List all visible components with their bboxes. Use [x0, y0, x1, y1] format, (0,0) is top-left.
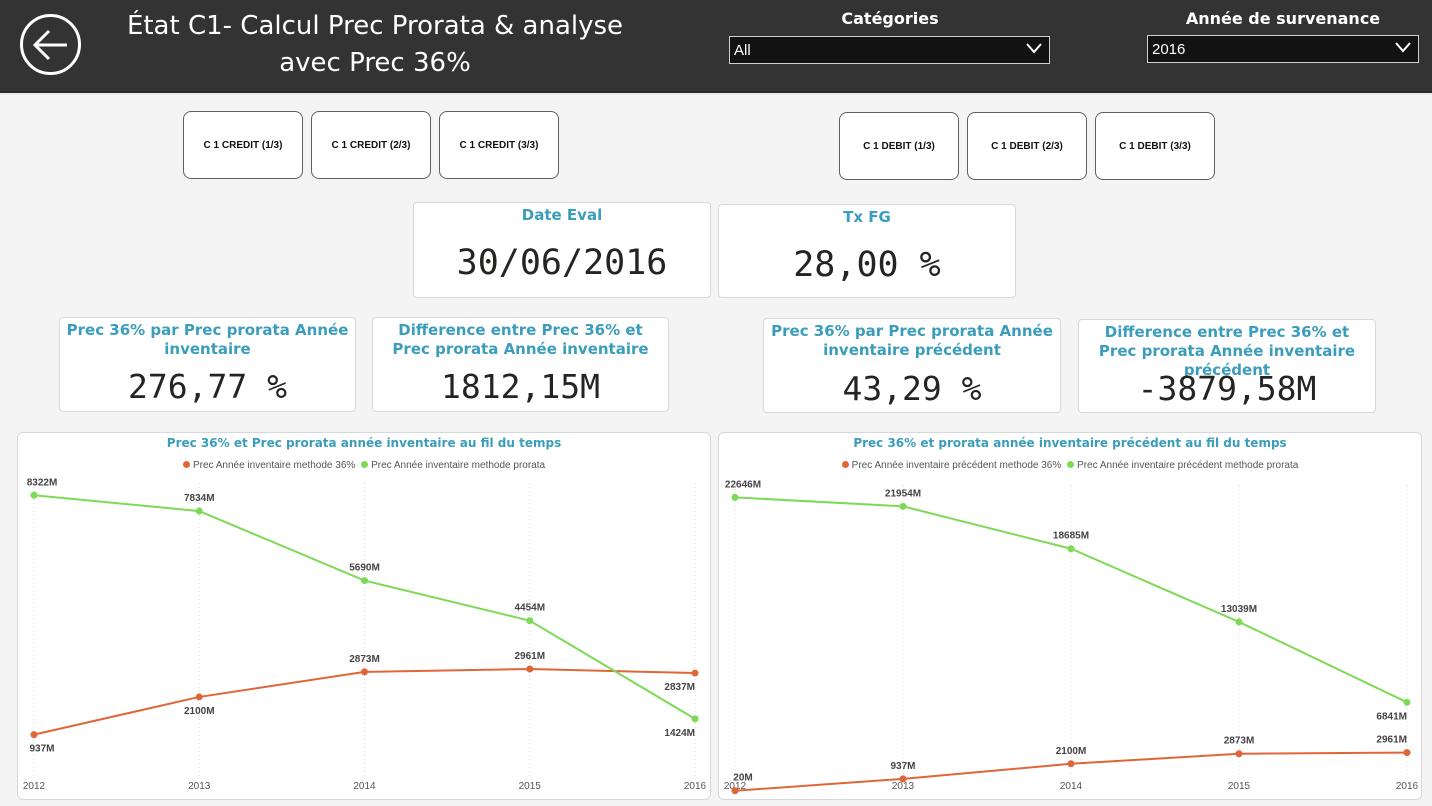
data-point[interactable]: [195, 507, 203, 515]
data-label: 2873M: [1224, 736, 1255, 747]
data-label: 6841M: [1376, 711, 1407, 722]
chart-previous-card: Prec 36% et prorata année inventaire pré…: [718, 432, 1422, 800]
back-button[interactable]: [20, 14, 81, 75]
report-header: État C1- Calcul Prec Prorata & analyse a…: [0, 0, 1432, 93]
data-point[interactable]: [731, 787, 739, 795]
x-tick-label: 2016: [1396, 781, 1419, 792]
diff-current-title: Difference entre Prec 36% et Prec prorat…: [392, 321, 649, 358]
data-label: 2873M: [349, 654, 380, 665]
data-label: 2961M: [1376, 735, 1407, 746]
tx-fg-card: Tx FG 28,00 %: [718, 204, 1016, 298]
data-label: 1424M: [664, 728, 695, 739]
chevron-down-icon: [1026, 43, 1042, 54]
x-tick-label: 2012: [23, 781, 46, 792]
data-point[interactable]: [1067, 545, 1075, 553]
year-dropdown-value: 2016: [1152, 41, 1186, 58]
data-label: 20M: [733, 773, 752, 784]
ratio-previous-card: Prec 36% par Prec prorata Année inventai…: [763, 318, 1061, 413]
tx-fg-title: Tx FG: [843, 208, 891, 226]
credit-2-button[interactable]: C 1 CREDIT (2/3): [311, 111, 431, 179]
diff-previous-value: -3879,58M: [1137, 369, 1317, 408]
data-label: 4454M: [514, 603, 545, 614]
data-point[interactable]: [526, 617, 534, 625]
data-point[interactable]: [30, 731, 38, 739]
page-title-line1: État C1- Calcul Prec Prorata & analyse: [126, 11, 624, 41]
data-point[interactable]: [526, 665, 534, 673]
categories-slicer-label: Catégories: [841, 9, 939, 28]
data-point[interactable]: [361, 577, 368, 585]
data-label: 937M: [29, 744, 54, 755]
data-point[interactable]: [691, 669, 699, 677]
year-dropdown[interactable]: 2016: [1147, 35, 1419, 63]
data-point[interactable]: [731, 493, 739, 501]
debit-1-button[interactable]: C 1 DEBIT (1/3): [839, 112, 959, 180]
x-tick-label: 2015: [1228, 781, 1251, 792]
data-label: 18685M: [1053, 531, 1089, 542]
data-point[interactable]: [30, 491, 38, 499]
ratio-current-value: 276,77 %: [128, 367, 287, 406]
data-point[interactable]: [1235, 750, 1243, 758]
credit-3-button[interactable]: C 1 CREDIT (3/3): [439, 111, 559, 179]
data-point[interactable]: [899, 502, 907, 510]
data-label: 2837M: [664, 682, 695, 693]
ratio-previous-title: Prec 36% par Prec prorata Année inventai…: [771, 322, 1053, 359]
data-label: 937M: [890, 761, 915, 772]
x-tick-label: 2013: [188, 781, 211, 792]
x-tick-label: 2014: [1060, 781, 1083, 792]
series-line: [33, 668, 696, 736]
line-chart-previous: 2012 2013 2014 2015 201620M937M2100M2873M 296…: [724, 479, 1419, 795]
diff-current-card: Difference entre Prec 36% et Prec prorat…: [372, 317, 669, 412]
page-title: État C1- Calcul Prec Prorata & analyse a…: [110, 8, 640, 82]
diff-previous-card: Difference entre Prec 36% et Prec prorat…: [1078, 319, 1376, 413]
credit-1-button[interactable]: C 1 CREDIT (1/3): [183, 111, 303, 179]
date-eval-value: 30/06/2016: [456, 243, 668, 283]
date-eval-title: Date Eval: [521, 206, 603, 224]
data-point[interactable]: [899, 775, 907, 783]
data-label: 2100M: [1056, 746, 1087, 757]
data-label: 2100M: [184, 706, 215, 717]
data-label: 8322M: [27, 477, 58, 488]
chevron-down-icon: [1395, 42, 1411, 53]
categories-dropdown[interactable]: All: [729, 36, 1050, 64]
data-label: 5690M: [349, 563, 380, 574]
ratio-current-card: Prec 36% par Prec prorata Année inventai…: [59, 317, 356, 412]
page-title-line2: avec Prec 36%: [279, 48, 471, 78]
date-eval-card: Date Eval 30/06/2016: [413, 202, 711, 298]
debit-3-button[interactable]: C 1 DEBIT (3/3): [1095, 112, 1215, 180]
ratio-current-title: Prec 36% par Prec prorata Année inventai…: [66, 321, 349, 358]
x-tick-label: 2013: [892, 781, 915, 792]
arrow-left-icon: [32, 29, 67, 61]
x-tick-label: 2016: [684, 781, 707, 792]
data-point[interactable]: [1235, 618, 1243, 626]
data-point[interactable]: [1067, 760, 1075, 768]
data-point[interactable]: [691, 715, 699, 723]
diff-current-value: 1812,15M: [441, 367, 600, 406]
data-label: 22646M: [725, 479, 761, 490]
data-point[interactable]: [361, 668, 368, 676]
x-tick-label: 2014: [353, 781, 376, 792]
line-chart-current: 2012 2013 2014 2015 2016 937M 2100M 2873M 2961M 2…: [23, 477, 707, 792]
series-line: [734, 496, 1408, 704]
data-label: 7834M: [184, 493, 215, 504]
data-point[interactable]: [1403, 749, 1411, 757]
data-point[interactable]: [1403, 698, 1411, 706]
tx-fg-value: 28,00 %: [793, 245, 941, 285]
data-label: 21954M: [885, 488, 921, 499]
x-tick-label: 2015: [519, 781, 542, 792]
chart-current-card: Prec 36% et Prec prorata année inventair…: [17, 432, 711, 800]
year-slicer-label: Année de survenance: [1185, 9, 1381, 28]
ratio-previous-value: 43,29 %: [842, 369, 982, 408]
data-label: 13039M: [1221, 604, 1257, 615]
categories-dropdown-value: All: [734, 42, 751, 59]
data-label: 2961M: [514, 651, 545, 662]
debit-2-button[interactable]: C 1 DEBIT (2/3): [967, 112, 1087, 180]
data-point[interactable]: [195, 693, 203, 701]
